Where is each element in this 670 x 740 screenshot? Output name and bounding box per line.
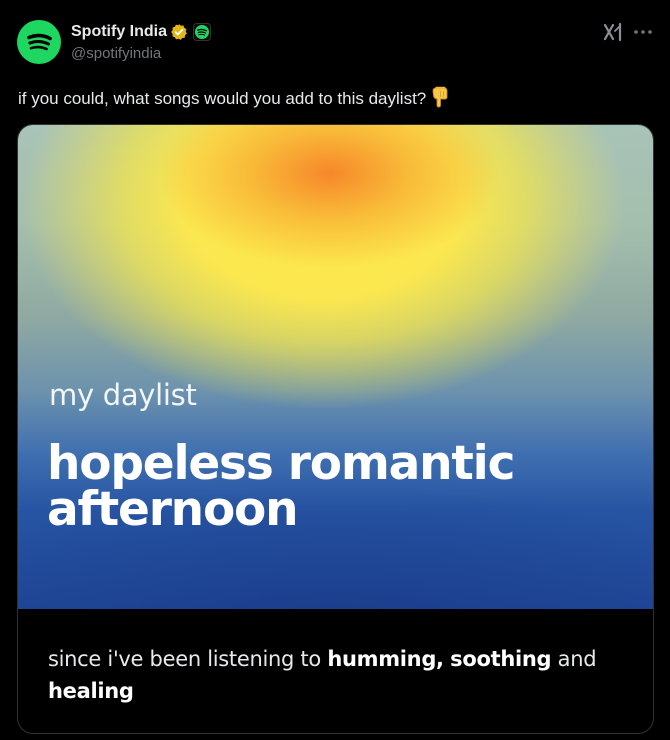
card-caption: since i've been listening to humming, so… xyxy=(48,643,633,707)
avatar[interactable] xyxy=(17,20,61,64)
spotify-affiliate-badge-icon[interactable] xyxy=(193,23,211,41)
caption-highlight-humming: humming, xyxy=(327,647,444,671)
tweet-text-content: if you could, what songs would you add t… xyxy=(18,89,427,108)
verified-badge-icon[interactable] xyxy=(170,23,188,41)
media-card[interactable]: my daylist hopeless romantic afternoon s… xyxy=(17,124,654,734)
cover-subtitle: my daylist xyxy=(49,378,197,412)
caption-middle: and xyxy=(557,647,597,671)
cover-title: hopeless romantic afternoon xyxy=(47,436,515,537)
display-name[interactable]: Spotify India xyxy=(71,23,167,41)
grok-icon[interactable] xyxy=(603,22,625,42)
daylist-cover-art: my daylist hopeless romantic afternoon xyxy=(18,125,653,609)
caption-prefix: since i've been listening to xyxy=(48,647,321,671)
handle[interactable]: @spotifyindia xyxy=(71,45,161,62)
spotify-logo-icon xyxy=(27,33,52,51)
caption-highlight-soothing: soothing xyxy=(450,647,552,671)
tweet-text: if you could, what songs would you add t… xyxy=(18,86,450,114)
more-options-icon[interactable] xyxy=(631,22,655,42)
author-name-row: Spotify India xyxy=(71,21,211,43)
caption-highlight-healing: healing xyxy=(48,679,134,703)
backhand-index-pointing-down-emoji xyxy=(430,86,450,114)
